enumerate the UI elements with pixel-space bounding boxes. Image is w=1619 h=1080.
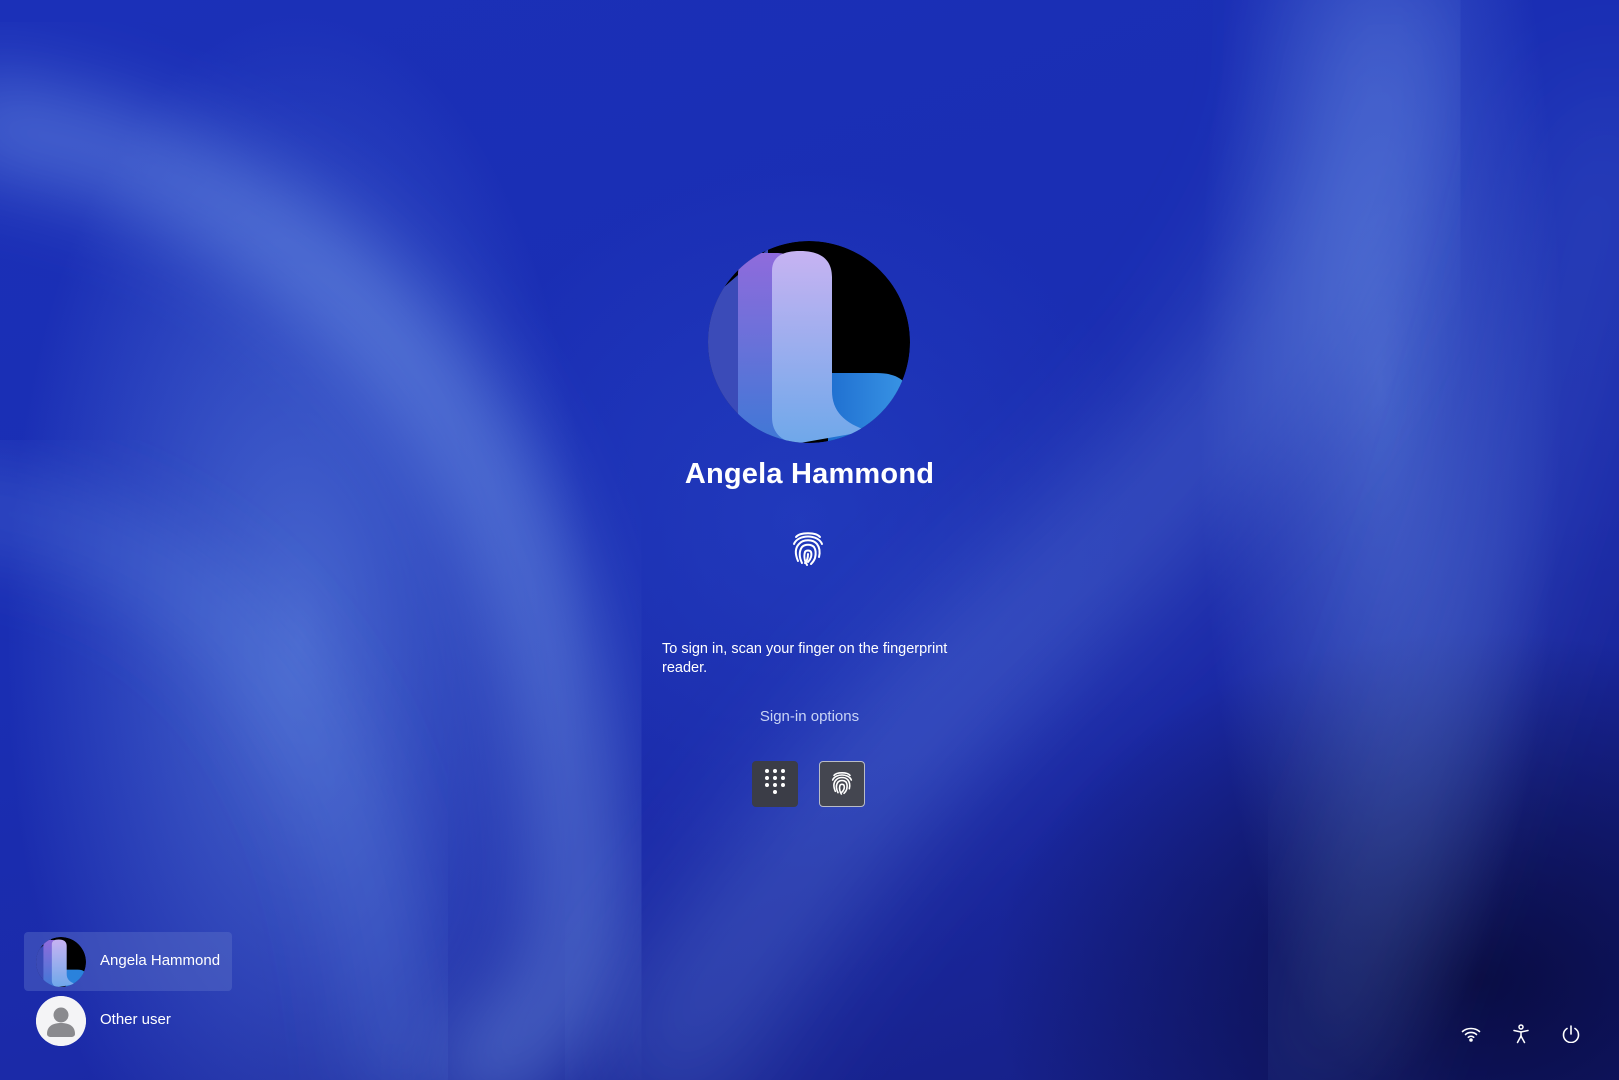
- user-name-heading: Angela Hammond: [684, 458, 935, 490]
- pin-keypad-icon: [763, 768, 787, 801]
- user-avatar-small: [36, 937, 86, 987]
- power-icon[interactable]: [1558, 1021, 1584, 1047]
- user-list-name: Angela Hammond: [100, 952, 221, 969]
- fingerprint-icon: [830, 769, 854, 800]
- sign-in-instruction: To sign in, scan your finger on the fing…: [662, 641, 948, 676]
- system-tray: [0, 1021, 1619, 1051]
- sign-in-panel: Angela Hammond To sign in, scan your fin…: [0, 0, 1619, 1080]
- accessibility-icon[interactable]: [1508, 1021, 1534, 1047]
- pin-sign-in-button[interactable]: [752, 761, 798, 807]
- wifi-icon[interactable]: [1458, 1021, 1484, 1047]
- fingerprint-sign-in-button[interactable]: [819, 761, 865, 807]
- user-list-item-angela-hammond[interactable]: Angela Hammond: [24, 932, 232, 991]
- sign-in-options-link[interactable]: Sign-in options: [0, 708, 1619, 725]
- user-avatar: [708, 241, 910, 443]
- fingerprint-icon: [790, 528, 826, 566]
